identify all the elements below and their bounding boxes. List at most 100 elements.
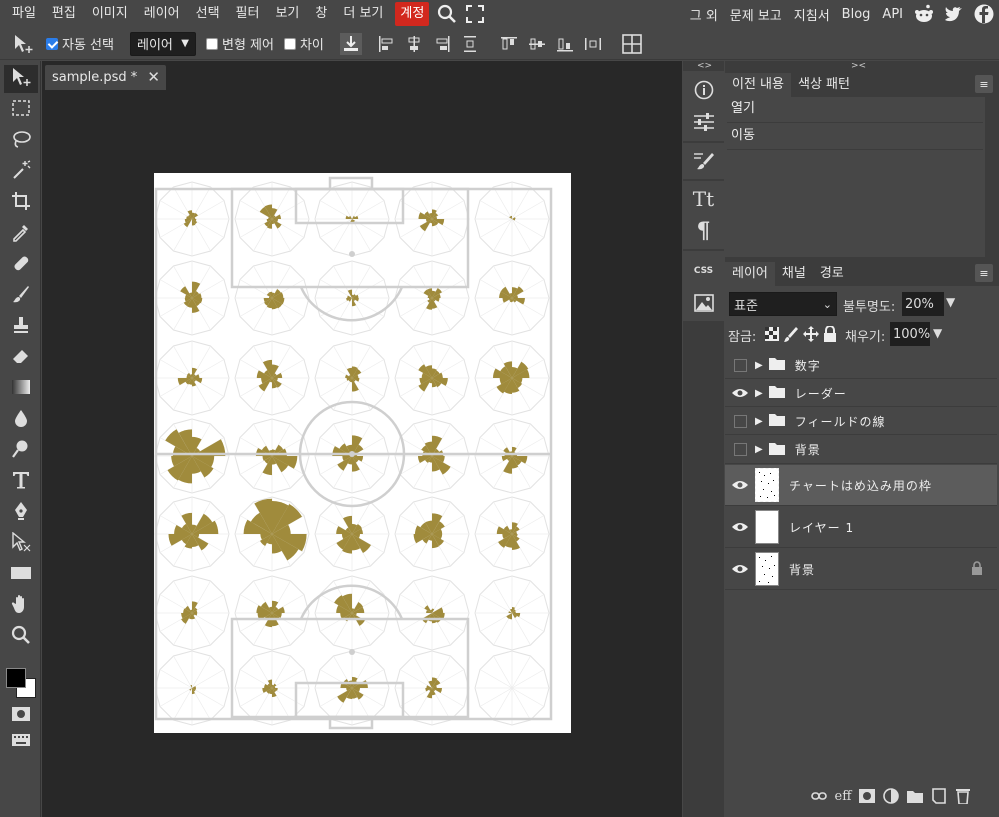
tab-channels[interactable]: 채널 [775,262,813,286]
zoom-tool[interactable] [4,623,38,651]
hamburger-menu-icon[interactable]: ≡ [975,264,993,282]
blur-tool[interactable] [4,406,38,434]
shape-tool[interactable] [4,561,38,589]
eye-icon[interactable] [725,388,755,398]
keyboard-tool[interactable] [4,728,38,756]
eyedropper-tool[interactable] [4,220,38,248]
align-center-h-icon[interactable] [403,33,425,55]
eye-icon[interactable] [725,522,755,532]
difference-checkbox[interactable] [283,37,296,50]
auto-select-option[interactable]: 자동 선택 [46,34,114,53]
align-bottom-icon[interactable] [554,33,576,55]
crop-tool[interactable] [4,189,38,217]
collapse-arrows-icon[interactable]: <> [697,61,712,71]
character-icon[interactable]: Tt [686,184,721,214]
layer-row-background-folder[interactable]: ▶ 背景 [725,436,997,464]
type-tool[interactable] [4,468,38,496]
visibility-toggle[interactable] [725,443,755,456]
layer-row-radar[interactable]: ▶ レーダー [725,380,997,407]
color-swatches[interactable] [4,666,38,702]
auto-select-dropdown[interactable]: 레이어 ▼ [129,31,196,56]
image-icon[interactable] [686,288,721,318]
quick-mask-tool[interactable] [4,702,38,730]
reddit-icon[interactable] [909,2,939,26]
eraser-tool[interactable] [4,344,38,372]
path-select-tool[interactable] [4,530,38,558]
menu-more[interactable]: 더 보기 [335,2,391,26]
distribute-v-icon[interactable] [459,33,481,55]
menu-file[interactable]: 파일 [4,2,44,26]
lock-transparency-icon[interactable] [765,327,779,345]
hand-tool[interactable] [4,592,38,620]
trash-icon[interactable] [954,787,972,805]
adjustments-icon[interactable] [686,107,721,137]
close-icon[interactable]: ✕ [147,68,160,86]
expand-arrow-icon[interactable]: ▶ [755,388,763,399]
menu-window[interactable]: 창 [307,2,335,26]
clone-stamp-tool[interactable] [4,313,38,341]
eye-icon[interactable] [725,480,755,490]
menu-image[interactable]: 이미지 [84,2,136,26]
menu-blog[interactable]: Blog [836,7,877,22]
visibility-toggle[interactable] [725,358,755,372]
menu-layer[interactable]: 레이어 [136,2,188,26]
menu-view[interactable]: 보기 [267,2,307,26]
align-right-icon[interactable] [431,33,453,55]
pen-tool[interactable] [4,499,38,527]
brush-settings-icon[interactable] [686,146,721,176]
menu-select[interactable]: 선택 [188,2,228,26]
difference-option[interactable]: 차이 [283,34,324,53]
menu-account[interactable]: 계정 [395,2,430,26]
facebook-icon[interactable] [969,2,999,26]
menu-tutorial[interactable]: 지침서 [788,5,836,24]
foreground-color-swatch[interactable] [6,668,26,688]
search-icon[interactable] [433,2,461,26]
tab-paths[interactable]: 경로 [813,262,851,286]
eye-icon[interactable] [725,564,755,574]
distribute-h-icon[interactable] [582,33,604,55]
align-left-icon[interactable] [375,33,397,55]
tab-history[interactable]: 이전 내용 [725,73,791,97]
expand-arrow-icon[interactable]: ▶ [755,416,763,427]
menu-api[interactable]: API [876,7,909,22]
menu-report-bug[interactable]: 문제 보고 [724,5,788,24]
brush-tool[interactable] [4,282,38,310]
document-canvas[interactable] [154,173,571,733]
effects-icon[interactable]: eff [834,787,852,805]
align-top-icon[interactable] [498,33,520,55]
opacity-input[interactable]: 20% [902,292,944,316]
fill-input[interactable]: 100% [890,322,930,346]
expand-arrows-icon[interactable]: >< [851,61,866,71]
auto-select-checkbox[interactable] [46,37,58,50]
fill-dropdown-icon[interactable]: ▼ [933,326,942,340]
menu-edit[interactable]: 편집 [44,2,84,26]
expand-arrow-icon[interactable]: ▶ [755,444,763,455]
adjustment-layer-icon[interactable] [882,787,900,805]
lasso-tool[interactable] [4,127,38,155]
expand-arrow-icon[interactable]: ▶ [755,360,763,371]
healing-brush-tool[interactable] [4,251,38,279]
lock-move-icon[interactable] [803,326,819,346]
gradient-tool[interactable] [4,375,38,403]
fullscreen-icon[interactable] [461,2,489,26]
info-icon[interactable] [686,75,721,105]
opacity-dropdown-icon[interactable]: ▼ [946,295,955,309]
lock-all-icon[interactable] [823,325,837,346]
paragraph-icon[interactable]: ¶ [686,216,721,246]
history-item-open[interactable]: 열기 [727,97,983,123]
twitter-icon[interactable] [939,2,969,26]
layer-row-layer1[interactable]: レイヤー 1 [725,507,997,548]
dodge-tool[interactable] [4,437,38,465]
marquee-tool[interactable] [4,96,38,124]
tab-layers[interactable]: 레이어 [725,262,775,286]
transform-controls-option[interactable]: 변형 제어 [205,34,274,53]
layer-mask-icon[interactable] [858,787,876,805]
move-tool[interactable] [4,65,38,93]
magic-wand-tool[interactable] [4,158,38,186]
align-middle-icon[interactable] [526,33,548,55]
grid-icon[interactable] [621,33,643,55]
history-scrollbar[interactable] [986,97,997,257]
layer-row-background[interactable]: 背景 [725,549,997,590]
menu-filter[interactable]: 필터 [228,2,268,26]
tab-swatches[interactable]: 색상 패턴 [791,73,857,97]
